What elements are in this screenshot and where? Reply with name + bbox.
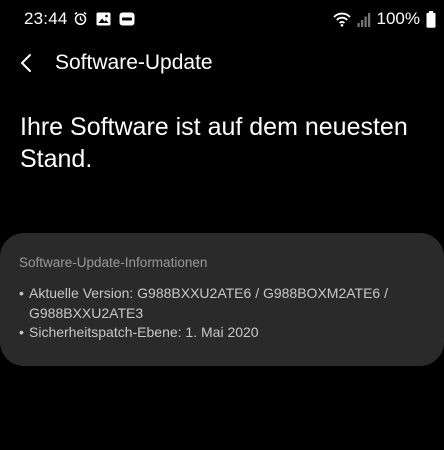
- update-status-headline: Ihre Software ist auf dem neuesten Stand…: [20, 113, 408, 173]
- dex-icon: [119, 12, 135, 26]
- status-bar: 23:44 100%: [0, 0, 444, 38]
- signal-icon: [357, 12, 371, 27]
- app-header: Software-Update: [0, 45, 444, 85]
- info-item-security-patch: • Sicherheitspatch-Ebene: 1. Mai 2020: [19, 323, 429, 343]
- update-info-card: Software-Update-Informationen • Aktuelle…: [0, 233, 444, 366]
- status-time: 23:44: [24, 9, 68, 28]
- wifi-icon: [332, 12, 351, 27]
- info-card-title: Software-Update-Informationen: [19, 255, 208, 270]
- battery-icon: [426, 10, 436, 28]
- security-patch-text: Sicherheitspatch-Ebene: 1. Mai 2020: [29, 324, 259, 340]
- page-title: Software-Update: [55, 51, 213, 74]
- status-icons-left: [73, 11, 135, 26]
- back-arrow-icon: [21, 54, 31, 72]
- alarm-icon: [73, 11, 88, 26]
- info-item-version: • Aktuelle Version: G988BXXU2ATE6 / G988…: [19, 284, 429, 323]
- bullet: •: [19, 285, 24, 301]
- image-icon: [96, 12, 111, 26]
- bullet: •: [19, 324, 24, 340]
- version-text: Aktuelle Version: G988BXXU2ATE6 / G988BO…: [29, 285, 388, 321]
- info-list: • Aktuelle Version: G988BXXU2ATE6 / G988…: [19, 284, 429, 343]
- status-icons-right: 100%: [332, 9, 436, 29]
- back-button[interactable]: [10, 45, 42, 81]
- battery-percentage: 100%: [376, 9, 420, 28]
